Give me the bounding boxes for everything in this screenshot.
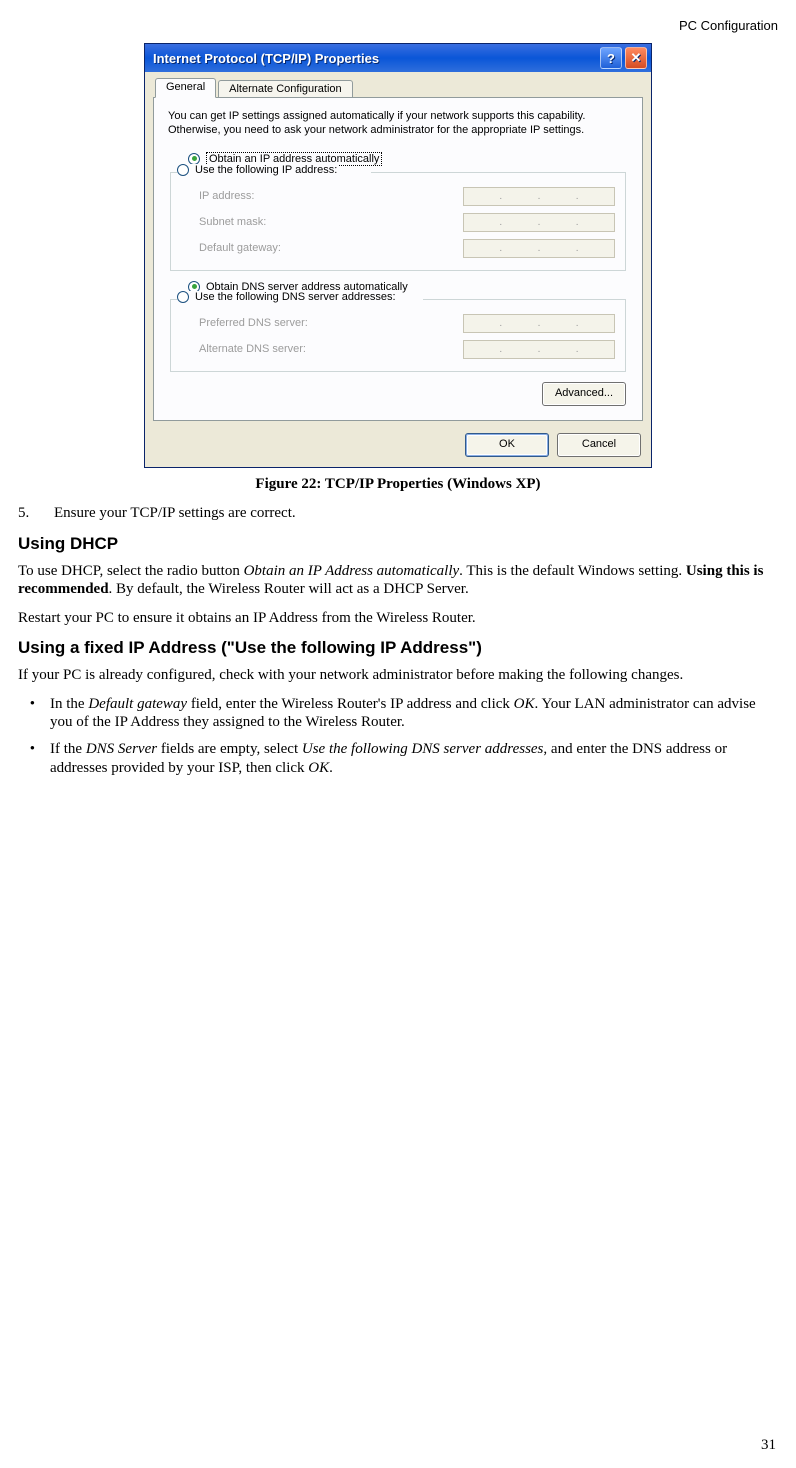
field-label: Subnet mask: — [199, 216, 266, 228]
ok-button[interactable]: OK — [465, 433, 549, 457]
field-subnet-mask: Subnet mask: ... — [199, 213, 615, 232]
tab-general[interactable]: General — [155, 78, 216, 98]
radio-icon-unchecked — [177, 164, 189, 176]
text-italic: DNS Server — [86, 741, 157, 757]
field-preferred-dns: Preferred DNS server: ... — [199, 314, 615, 333]
default-gateway-input[interactable]: ... — [463, 239, 615, 258]
text-italic: Default gateway — [88, 696, 187, 712]
field-label: Alternate DNS server: — [199, 343, 306, 355]
preferred-dns-input[interactable]: ... — [463, 314, 615, 333]
ip-address-input[interactable]: ... — [463, 187, 615, 206]
text: . This is the default Windows setting. — [459, 563, 686, 579]
text: If the — [50, 741, 86, 757]
radio-use-following-ip[interactable]: Use the following IP address: — [177, 164, 339, 176]
field-ip-address: IP address: ... — [199, 187, 615, 206]
text-italic: Use the following DNS server addresses — [302, 741, 544, 757]
subnet-mask-input[interactable]: ... — [463, 213, 615, 232]
paragraph-fixed-intro: If your PC is already configured, check … — [18, 666, 778, 685]
step-5: 5. Ensure your TCP/IP settings are corre… — [18, 505, 778, 522]
radio-use-following-dns[interactable]: Use the following DNS server addresses: — [177, 291, 398, 303]
list-item: In the Default gateway field, enter the … — [50, 695, 778, 733]
field-alternate-dns: Alternate DNS server: ... — [199, 340, 615, 359]
field-label: Default gateway: — [199, 242, 281, 254]
paragraph-dhcp-1: To use DHCP, select the radio button Obt… — [18, 562, 778, 600]
text: fields are empty, select — [157, 741, 302, 757]
field-default-gateway: Default gateway: ... — [199, 239, 615, 258]
paragraph-dhcp-2: Restart your PC to ensure it obtains an … — [18, 609, 778, 628]
help-button[interactable]: ? — [600, 47, 622, 69]
tcp-ip-properties-dialog: Internet Protocol (TCP/IP) Properties ? … — [144, 43, 652, 468]
close-button[interactable]: ✕ — [625, 47, 647, 69]
text: field, enter the Wireless Router's IP ad… — [187, 696, 514, 712]
text: . By default, the Wireless Router will a… — [109, 581, 469, 597]
step-number: 5. — [18, 505, 36, 522]
cancel-button[interactable]: Cancel — [557, 433, 641, 457]
tab-alternate-configuration[interactable]: Alternate Configuration — [218, 80, 353, 98]
heading-using-fixed-ip: Using a fixed IP Address ("Use the follo… — [18, 638, 778, 658]
field-label: IP address: — [199, 190, 254, 202]
alternate-dns-input[interactable]: ... — [463, 340, 615, 359]
heading-using-dhcp: Using DHCP — [18, 534, 778, 554]
radio-icon-unchecked — [177, 291, 189, 303]
bullet-list: In the Default gateway field, enter the … — [18, 695, 778, 778]
dialog-titlebar: Internet Protocol (TCP/IP) Properties ? … — [145, 44, 651, 72]
step-text: Ensure your TCP/IP settings are correct. — [54, 505, 296, 522]
tab-panel-general: You can get IP settings assigned automat… — [153, 97, 643, 421]
text-italic: Obtain an IP Address automatically — [244, 563, 460, 579]
text: To use DHCP, select the radio button — [18, 563, 244, 579]
radio-label: Use the following DNS server addresses: — [195, 291, 396, 303]
page-number: 31 — [761, 1437, 776, 1454]
radio-label: Use the following IP address: — [195, 164, 337, 176]
text-italic: OK — [308, 760, 329, 776]
text-italic: OK — [514, 696, 535, 712]
text: . — [329, 760, 333, 776]
page-header-section: PC Configuration — [18, 18, 778, 33]
text: In the — [50, 696, 88, 712]
dialog-title: Internet Protocol (TCP/IP) Properties — [153, 51, 379, 66]
field-label: Preferred DNS server: — [199, 317, 308, 329]
dialog-description: You can get IP settings assigned automat… — [168, 110, 628, 138]
figure-caption: Figure 22: TCP/IP Properties (Windows XP… — [18, 476, 778, 493]
advanced-button[interactable]: Advanced... — [542, 382, 626, 406]
list-item: If the DNS Server fields are empty, sele… — [50, 740, 778, 778]
